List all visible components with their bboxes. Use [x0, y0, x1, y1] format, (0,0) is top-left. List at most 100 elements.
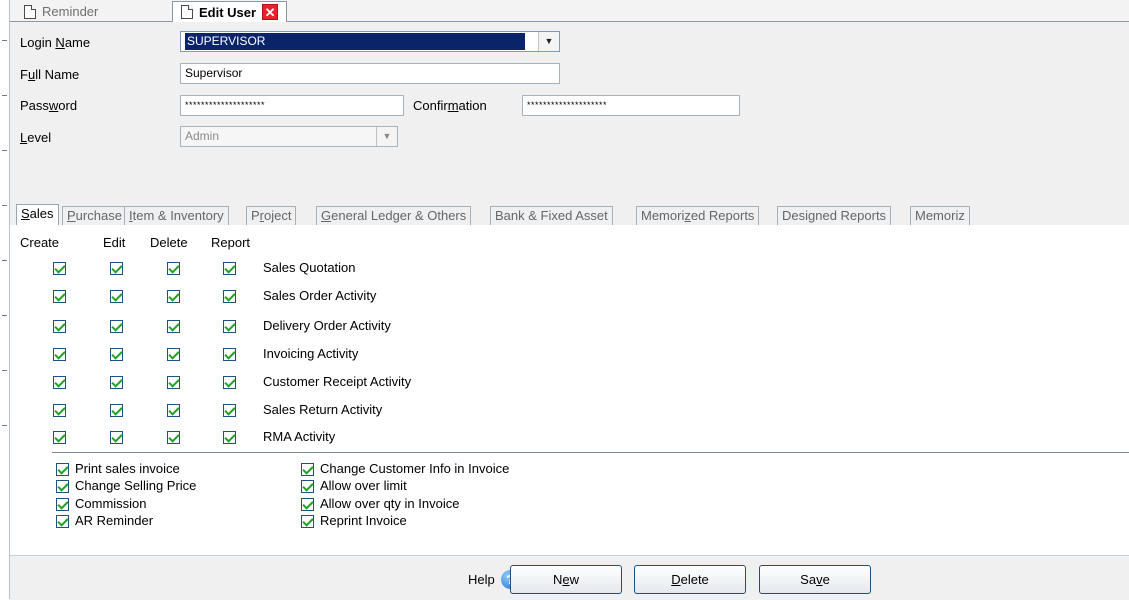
edge-tick: [2, 150, 7, 151]
option-label: Change Customer Info in Invoice: [320, 461, 510, 476]
column-header-edit: Edit: [103, 235, 126, 250]
confirmation-label: Confirmation: [413, 98, 487, 113]
permission-row-label: Sales Order Activity: [263, 288, 377, 303]
document-tab-bar: Reminder Edit User ✕: [10, 0, 1129, 22]
permission-row-label: Sales Return Activity: [263, 402, 383, 417]
create-checkbox[interactable]: [53, 290, 66, 303]
chevron-down-icon[interactable]: ▼: [538, 32, 559, 51]
create-checkbox[interactable]: [53, 376, 66, 389]
option-label: AR Reminder: [75, 513, 154, 528]
edge-tick: [2, 95, 7, 96]
option-checkbox[interactable]: [56, 498, 69, 511]
create-checkbox[interactable]: [53, 431, 66, 444]
delete-checkbox[interactable]: [167, 431, 180, 444]
delete-checkbox[interactable]: [167, 348, 180, 361]
edge-tick: [2, 425, 7, 426]
page-icon: [24, 4, 36, 19]
save-button[interactable]: Sa v e: [759, 565, 871, 594]
permission-row-label: Invoicing Activity: [263, 346, 359, 361]
confirmation-field[interactable]: ********************: [522, 95, 740, 116]
login-name-label: Login Name: [20, 35, 91, 50]
edit-checkbox[interactable]: [110, 320, 123, 333]
option-label: Reprint Invoice: [320, 513, 407, 528]
login-name-combo[interactable]: SUPERVISOR ▼: [180, 31, 560, 52]
new-button[interactable]: New: [510, 565, 622, 594]
tab-sales[interactable]: Sales: [16, 204, 59, 226]
edit-checkbox[interactable]: [110, 290, 123, 303]
permission-row-label: Sales Quotation: [263, 260, 356, 275]
option-checkbox[interactable]: [301, 498, 314, 511]
option-label: Allow over limit: [320, 478, 407, 493]
report-checkbox[interactable]: [223, 348, 236, 361]
edge-tick: [2, 205, 7, 206]
login-name-value: SUPERVISOR: [184, 32, 526, 51]
create-checkbox[interactable]: [53, 348, 66, 361]
tab-label: Edit User: [199, 4, 257, 20]
level-combo[interactable]: Admin ▼: [180, 126, 398, 147]
tab-general-ledger[interactable]: General Ledger & Others: [316, 206, 472, 225]
option-checkbox[interactable]: [56, 463, 69, 476]
password-field[interactable]: ********************: [180, 95, 404, 116]
level-value: Admin: [185, 129, 220, 143]
report-checkbox[interactable]: [223, 376, 236, 389]
help-label: Help: [468, 572, 495, 587]
report-checkbox[interactable]: [223, 320, 236, 333]
edit-checkbox[interactable]: [110, 376, 123, 389]
tab-reminder[interactable]: Reminder: [16, 2, 106, 21]
permission-row-label: RMA Activity: [263, 429, 336, 444]
close-icon[interactable]: ✕: [262, 4, 279, 20]
option-label: Commission: [75, 496, 147, 511]
tab-item-inventory[interactable]: Item & Inventory: [124, 206, 229, 225]
edge-tick: [2, 370, 7, 371]
edit-checkbox[interactable]: [110, 348, 123, 361]
tab-label: Reminder: [42, 4, 99, 19]
report-checkbox[interactable]: [223, 431, 236, 444]
delete-checkbox[interactable]: [167, 320, 180, 333]
tab-edit-user[interactable]: Edit User ✕: [172, 1, 288, 22]
tab-project[interactable]: Project: [246, 206, 297, 225]
option-checkbox[interactable]: [56, 480, 69, 493]
password-label: Password: [20, 98, 78, 113]
report-checkbox[interactable]: [223, 290, 236, 303]
create-checkbox[interactable]: [53, 320, 66, 333]
delete-checkbox[interactable]: [167, 290, 180, 303]
option-checkbox[interactable]: [301, 480, 314, 493]
tab-bank-fixed-asset[interactable]: Bank & Fixed Asset: [490, 206, 613, 225]
delete-checkbox[interactable]: [167, 262, 180, 275]
option-checkbox[interactable]: [301, 515, 314, 528]
tab-designed-reports[interactable]: Designed Reports: [777, 206, 892, 225]
tab-memorized-reports[interactable]: Memorized Reports: [636, 206, 760, 225]
option-label: Print sales invoice: [75, 461, 180, 476]
tab-memoriz[interactable]: Memoriz: [910, 206, 970, 225]
create-checkbox[interactable]: [53, 404, 66, 417]
option-checkbox[interactable]: [301, 463, 314, 476]
delete-checkbox[interactable]: [167, 376, 180, 389]
edit-checkbox[interactable]: [110, 404, 123, 417]
edge-tick: [2, 40, 7, 41]
report-checkbox[interactable]: [223, 404, 236, 417]
edit-checkbox[interactable]: [110, 262, 123, 275]
tab-purchase[interactable]: Purchase: [62, 206, 127, 225]
chevron-down-icon[interactable]: ▼: [376, 127, 397, 146]
left-panel-edge: [0, 0, 10, 599]
option-label: Allow over qty in Invoice: [320, 496, 460, 511]
permission-row-label: Customer Receipt Activity: [263, 374, 412, 389]
section-tab-bar: Sales Purchase Item & Inventory Project …: [10, 203, 1129, 226]
column-header-report: Report: [211, 235, 251, 250]
delete-button[interactable]: Delete: [634, 565, 746, 594]
edge-tick: [2, 260, 7, 261]
edit-checkbox[interactable]: [110, 431, 123, 444]
page-icon: [181, 5, 193, 19]
level-label: Level: [20, 130, 52, 145]
edge-tick: [2, 315, 7, 316]
column-header-create: Create: [20, 235, 60, 250]
create-checkbox[interactable]: [53, 262, 66, 275]
full-name-field[interactable]: Supervisor: [180, 63, 560, 84]
delete-checkbox[interactable]: [167, 404, 180, 417]
full-name-label: Full Name: [20, 67, 80, 82]
report-checkbox[interactable]: [223, 262, 236, 275]
column-header-delete: Delete: [150, 235, 188, 250]
option-checkbox[interactable]: [56, 515, 69, 528]
permission-row-label: Delivery Order Activity: [263, 318, 391, 333]
divider: [52, 452, 1129, 453]
